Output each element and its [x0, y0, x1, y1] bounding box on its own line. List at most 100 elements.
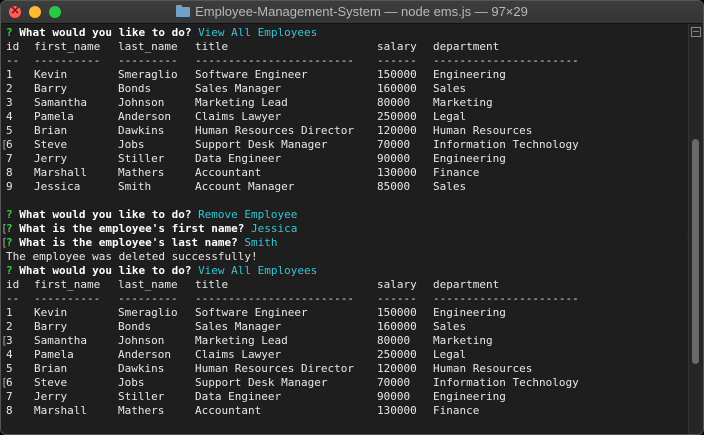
- line-marker: [: [1, 334, 8, 347]
- cell-department: ----------------------: [433, 292, 579, 305]
- cell-first-name: first_name: [34, 278, 101, 291]
- cell-last-name: Johnson: [118, 334, 165, 347]
- scrollbar[interactable]: [688, 24, 703, 434]
- cell-department: Sales: [433, 320, 467, 333]
- prompt-answer: Remove Employee: [198, 208, 298, 221]
- prompt-answer: View All Employees: [198, 264, 318, 277]
- cell-first-name: Jessica: [34, 180, 81, 193]
- cell-title: Sales Manager: [195, 320, 282, 333]
- table-row: 7 Jerry Stiller Data Engineer 90000 Engineeri…: [6, 390, 689, 404]
- table-row: 1 Kevin Smeraglio Software Engineer 150000 En…: [6, 68, 689, 82]
- cell-department: Engineering: [433, 306, 506, 319]
- cell-department: Sales: [433, 82, 467, 95]
- cell-title: Marketing Lead: [195, 334, 288, 347]
- cell-last-name: Jobs: [118, 376, 145, 389]
- cell-title: Support Desk Manager: [195, 376, 328, 389]
- cell-id: 4: [6, 110, 13, 123]
- cell-title: ------------------------: [195, 292, 354, 305]
- cell-first-name: Jerry: [34, 152, 68, 165]
- table-row: 4 Pamela Anderson Claims Lawyer 250000 Legal: [6, 110, 689, 124]
- cell-department: Human Resources: [433, 124, 533, 137]
- cell-department: department: [433, 278, 500, 291]
- cell-last-name: Anderson: [118, 348, 171, 361]
- cell-first-name: Marshall: [34, 166, 87, 179]
- window-title-text: Employee-Management-System — node ems.js…: [195, 4, 528, 19]
- cell-salary: salary: [377, 40, 417, 53]
- table-row: 7 Jerry Stiller Data Engineer 90000 Engineeri…: [6, 152, 689, 166]
- cell-last-name: Mathers: [118, 404, 165, 417]
- cell-salary: 120000: [377, 124, 417, 137]
- table-row: 2 Barry Bonds Sales Manager 160000 Sales: [6, 320, 689, 334]
- cell-first-name: Jerry: [34, 390, 68, 403]
- cell-id: id: [6, 40, 20, 53]
- cell-first-name: Brian: [34, 124, 68, 137]
- cell-id: 2: [6, 82, 13, 95]
- cell-title: ------------------------: [195, 54, 354, 67]
- cell-id: 9: [6, 180, 13, 193]
- cell-last-name: Smith: [118, 180, 152, 193]
- prompt-question: What is the employee's first name?: [19, 222, 245, 235]
- cell-last-name: Stiller: [118, 152, 165, 165]
- prompt-line: ? What would you like to do? Remove Empl…: [6, 208, 689, 222]
- cell-first-name: Barry: [34, 320, 68, 333]
- cell-department: Human Resources: [433, 362, 533, 375]
- cell-id: 2: [6, 320, 13, 333]
- cell-department: ----------------------: [433, 54, 579, 67]
- cell-title: Software Engineer: [195, 68, 308, 81]
- cell-title: title: [195, 40, 229, 53]
- scrollbar-thumb[interactable]: [692, 139, 699, 364]
- cell-salary: 120000: [377, 362, 417, 375]
- cell-id: --: [6, 292, 20, 305]
- output-text: The employee was deleted successfully!: [6, 250, 258, 263]
- prompt-question: What would you like to do?: [19, 26, 192, 39]
- prompt-question: What is the employee's last name?: [19, 236, 238, 249]
- prompt-line: []? What is the employee's first name? J…: [1, 222, 693, 236]
- cell-first-name: Pamela: [34, 110, 74, 123]
- cell-first-name: Steve: [34, 376, 68, 389]
- cell-first-name: ----------: [34, 292, 101, 305]
- prompt-symbol: ?: [6, 264, 13, 277]
- cell-title: Human Resources Director: [195, 124, 354, 137]
- cell-first-name: Pamela: [34, 348, 74, 361]
- cell-salary: 90000: [377, 152, 411, 165]
- cell-last-name: last_name: [118, 40, 178, 53]
- terminal-window: Employee-Management-System — node ems.js…: [0, 0, 704, 435]
- table-row: 6 Steve Jobs Support Desk Manager 70000 Infor…: [1, 138, 693, 152]
- prompt-line: ? What would you like to do? View All Em…: [6, 26, 689, 40]
- cell-salary: 150000: [377, 68, 417, 81]
- cell-salary: 130000: [377, 404, 417, 417]
- title-bar: Employee-Management-System — node ems.js…: [1, 1, 703, 24]
- table-row: 5 Brian Dawkins Human Resources Director 120…: [6, 124, 689, 138]
- cell-department: Sales: [433, 180, 467, 193]
- prompt-line: []? What is the employee's last name? Sm…: [1, 236, 693, 250]
- cell-title: Data Engineer: [195, 152, 282, 165]
- prompt-answer: View All Employees: [198, 26, 318, 39]
- cell-salary: 160000: [377, 320, 417, 333]
- terminal-output[interactable]: ? What would you like to do? View All Em…: [1, 24, 693, 434]
- cell-id: --: [6, 54, 20, 67]
- cell-salary: 70000: [377, 138, 411, 151]
- cell-last-name: last_name: [118, 278, 178, 291]
- table-header: id first_name last_name title salary departme…: [6, 278, 689, 292]
- prompt-question: What would you like to do?: [19, 208, 192, 221]
- table-row: 3 Samantha Johnson Marketing Lead 80000 Marke…: [1, 334, 693, 348]
- cell-title: Account Manager: [195, 180, 295, 193]
- cell-id: 6: [6, 376, 13, 389]
- cell-department: Engineering: [433, 68, 506, 81]
- cell-first-name: Brian: [34, 362, 68, 375]
- prompt-symbol: ?: [6, 208, 13, 221]
- cell-department: Marketing: [433, 334, 493, 347]
- cell-title: Claims Lawyer: [195, 110, 282, 123]
- cell-first-name: Samantha: [34, 96, 87, 109]
- scroll-marker-icon[interactable]: [691, 27, 701, 37]
- cell-title: title: [195, 278, 229, 291]
- cell-last-name: Dawkins: [118, 362, 165, 375]
- cell-title: Marketing Lead: [195, 96, 288, 109]
- cell-last-name: ---------: [118, 54, 178, 67]
- cell-department: Finance: [433, 166, 480, 179]
- table-row: 1 Kevin Smeraglio Software Engineer 150000 En…: [6, 306, 689, 320]
- cell-id: 8: [6, 166, 13, 179]
- cell-title: Accountant: [195, 166, 262, 179]
- line-marker: [: [1, 222, 8, 235]
